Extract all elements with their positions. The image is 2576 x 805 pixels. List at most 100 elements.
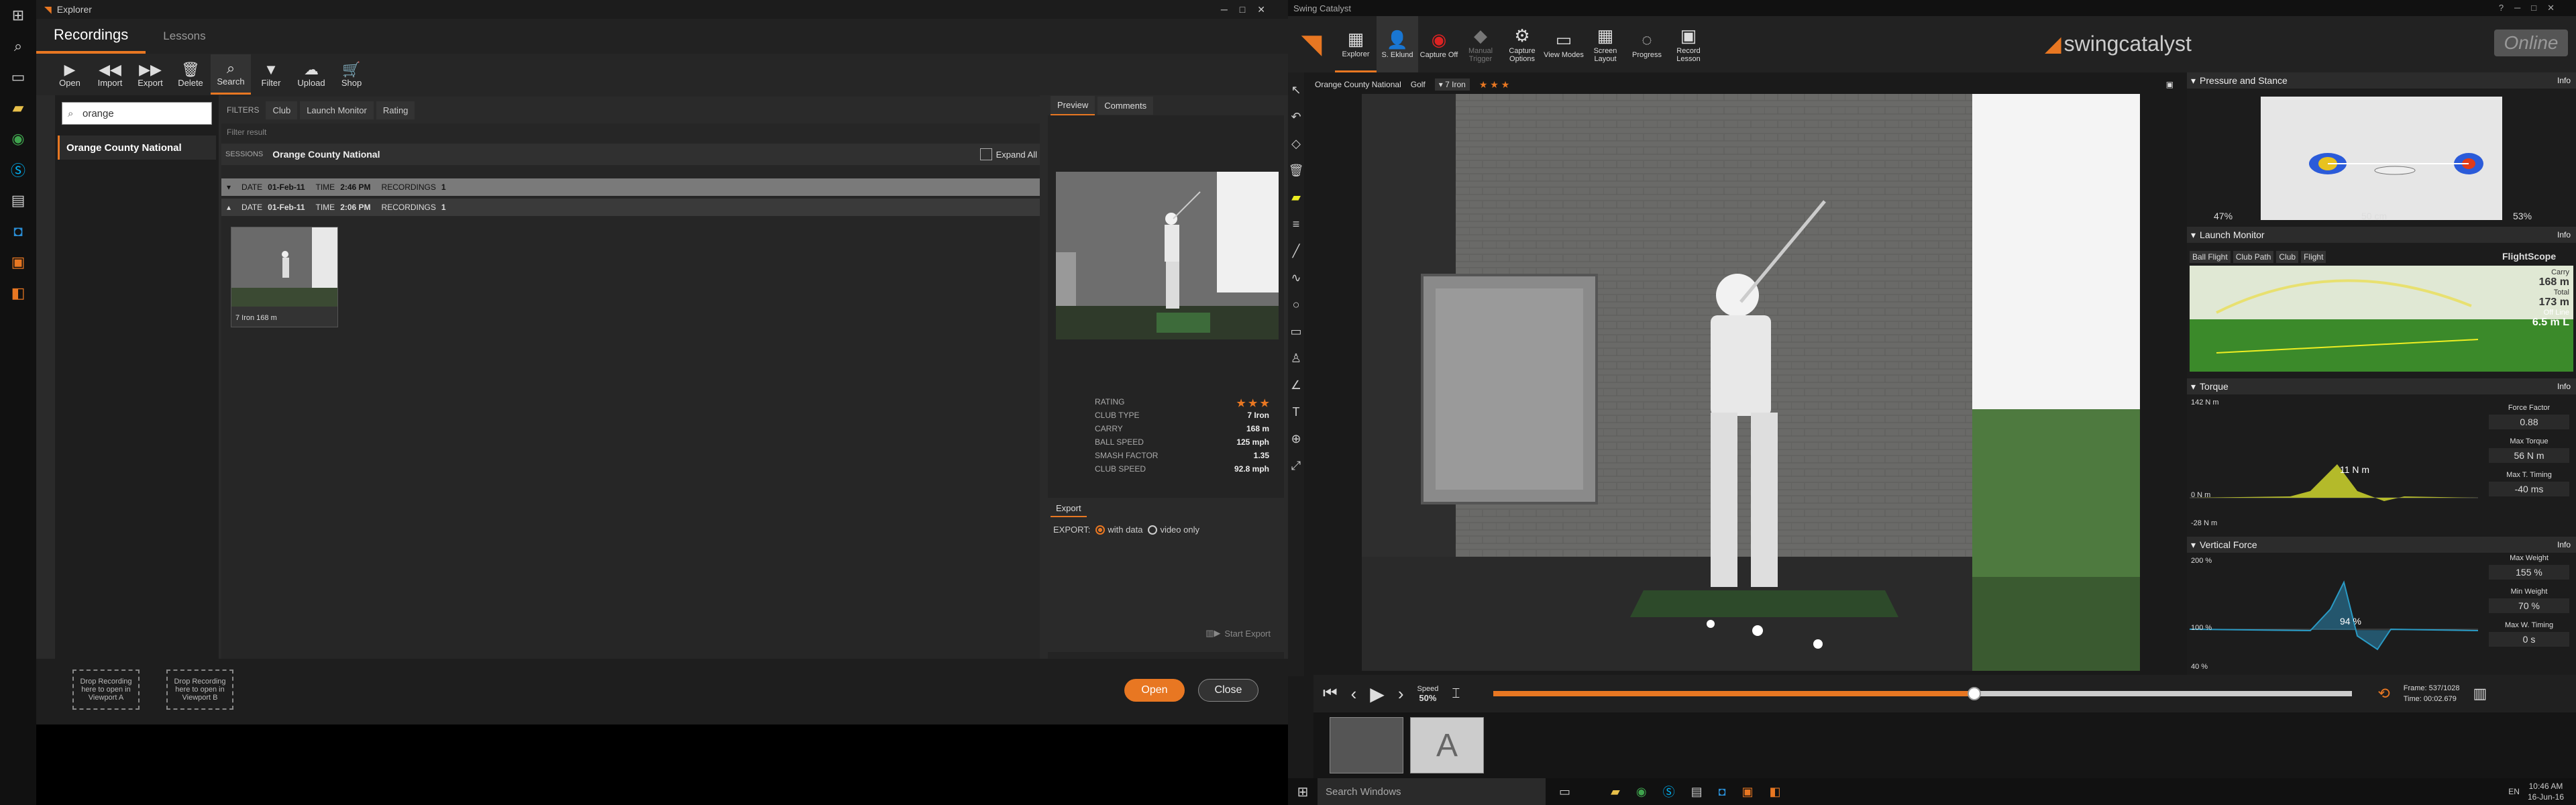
tab-preview[interactable]: Preview: [1051, 95, 1095, 115]
online-badge[interactable]: Online: [2494, 30, 2568, 56]
explorer-button[interactable]: ▦ Explorer: [1335, 16, 1377, 72]
window-controls[interactable]: ?─□✕: [2499, 3, 2565, 13]
tab-club[interactable]: Club: [2276, 251, 2299, 263]
record-lesson-button[interactable]: ▣ Record Lesson: [1668, 16, 1709, 72]
tab-recordings[interactable]: Recordings: [36, 19, 146, 54]
language-indicator[interactable]: EN: [2508, 787, 2520, 796]
eraser-icon[interactable]: ◇: [1288, 130, 1304, 157]
skype-icon[interactable]: Ⓢ: [0, 154, 36, 185]
filter-club-button[interactable]: Club: [266, 101, 298, 119]
info-button[interactable]: Info: [2557, 382, 2571, 391]
terminal-icon[interactable]: ▤: [1691, 785, 1703, 799]
info-button[interactable]: Info: [2557, 230, 2571, 239]
windows-icon[interactable]: ⊞: [0, 0, 36, 31]
start-export-button[interactable]: ▥▶ Start Export: [1205, 628, 1271, 639]
launch-panel-header[interactable]: ▾ Launch Monitor Info: [2187, 227, 2576, 243]
screen-layout-button[interactable]: ▦ Screen Layout: [1585, 16, 1626, 72]
video-viewport[interactable]: ›: [1362, 94, 2140, 671]
filter-rating-button[interactable]: Rating: [376, 101, 415, 119]
drop-viewport-b[interactable]: Drop Recording here to open in Viewport …: [166, 669, 233, 710]
terminal-icon[interactable]: ▤: [0, 185, 36, 216]
filter-button[interactable]: ▼ Filter: [251, 54, 291, 95]
user-button[interactable]: 👤 S. Eklund: [1377, 16, 1418, 72]
loop-icon[interactable]: ⟲: [2377, 685, 2390, 702]
trim-icon[interactable]: ⌶: [1452, 686, 1460, 702]
undo-icon[interactable]: ↶: [1288, 103, 1304, 130]
task-view-icon[interactable]: ▭: [1559, 785, 1570, 799]
close-button[interactable]: Close: [1198, 679, 1258, 702]
shop-button[interactable]: 🛒 Shop: [331, 54, 372, 95]
body-icon[interactable]: ♙: [1288, 345, 1304, 372]
windows-icon[interactable]: ⊞: [1288, 784, 1318, 800]
file-explorer-icon[interactable]: ▰: [0, 93, 36, 123]
import-button[interactable]: ◀◀ Import: [90, 54, 130, 95]
info-button[interactable]: Info: [2557, 76, 2571, 85]
outlook-icon[interactable]: ◘: [0, 216, 36, 247]
zoom-icon[interactable]: ⊕: [1288, 425, 1304, 452]
search-icon[interactable]: ⌕: [0, 31, 36, 62]
play-icon[interactable]: ▶: [1370, 683, 1385, 705]
clock[interactable]: 10:46 AM 16-Jun-16: [2528, 781, 2564, 802]
bookmark-icon[interactable]: ▥: [2473, 685, 2487, 702]
trash-icon[interactable]: 🗑: [1288, 157, 1304, 184]
line-width-icon[interactable]: ≡: [1288, 211, 1304, 237]
progress-button[interactable]: ◌ Progress: [1626, 16, 1668, 72]
step-forward-icon[interactable]: ›: [1398, 684, 1404, 704]
taskbar-search-input[interactable]: Search Windows: [1318, 778, 1546, 805]
session-list-item[interactable]: Orange County National: [58, 136, 216, 160]
export-button[interactable]: ▶▶ Export: [130, 54, 170, 95]
skype-icon[interactable]: Ⓢ: [1663, 783, 1675, 800]
timeline-handle[interactable]: [1968, 687, 1982, 700]
color-icon[interactable]: ▰: [1288, 184, 1304, 211]
tab-export[interactable]: Export: [1051, 500, 1087, 517]
window-controls[interactable]: ─□✕: [1221, 4, 1277, 15]
speed-control[interactable]: Speed 50%: [1417, 684, 1439, 704]
viewport-thumbnail[interactable]: [1330, 717, 1403, 773]
skip-start-icon[interactable]: ⏮: [1323, 684, 1338, 703]
curve-icon[interactable]: ∿: [1288, 264, 1304, 291]
angle-icon[interactable]: ∠: [1288, 372, 1304, 398]
recording-thumbnail[interactable]: 7 Iron 168 m: [231, 227, 338, 327]
fit-icon[interactable]: ⤢: [1288, 452, 1304, 479]
file-explorer-icon[interactable]: ▰: [1611, 785, 1620, 799]
circle-icon[interactable]: ○: [1288, 291, 1304, 318]
step-back-icon[interactable]: ‹: [1351, 684, 1357, 704]
pressure-panel-header[interactable]: ▾ Pressure and Stance Info: [2187, 72, 2576, 89]
radio-video-only[interactable]: video only: [1148, 525, 1199, 535]
delete-button[interactable]: 🗑 Delete: [170, 54, 211, 95]
viewport-a-thumbnail[interactable]: A: [1410, 717, 1484, 773]
outlook-icon[interactable]: ◘: [1719, 785, 1726, 799]
info-button[interactable]: Info: [2557, 540, 2571, 549]
swingcatalyst-icon[interactable]: ▣: [0, 247, 36, 278]
vertical-force-panel-header[interactable]: ▾ Vertical Force Info: [2187, 537, 2576, 553]
viewport-rating[interactable]: ★ ★ ★: [1479, 79, 1509, 91]
tab-comments[interactable]: Comments: [1097, 96, 1154, 115]
tab-flight[interactable]: Flight: [2301, 251, 2326, 263]
pointer-icon[interactable]: ↖: [1288, 76, 1304, 103]
sc-logo-icon[interactable]: ◥: [1288, 16, 1335, 72]
manual-trigger-button[interactable]: ◆ Manual Trigger: [1460, 16, 1501, 72]
tab-club-path[interactable]: Club Path: [2233, 251, 2274, 263]
open-button[interactable]: ▶ Open: [50, 54, 90, 95]
radio-with-data[interactable]: with data: [1095, 525, 1142, 535]
explorer-app-icon[interactable]: ◧: [0, 278, 36, 309]
text-icon[interactable]: T: [1288, 398, 1304, 425]
task-view-icon[interactable]: ▭: [0, 62, 36, 93]
rectangle-icon[interactable]: ▭: [1288, 318, 1304, 345]
search-input[interactable]: ⌕ orange: [62, 102, 212, 125]
line-icon[interactable]: ╱: [1288, 237, 1304, 264]
tab-lessons[interactable]: Lessons: [146, 19, 223, 54]
open-button[interactable]: Open: [1124, 679, 1185, 702]
capture-options-button[interactable]: ⚙ Capture Options: [1501, 16, 1543, 72]
chrome-icon[interactable]: ◉: [0, 123, 36, 154]
capture-off-button[interactable]: ◉ Capture Off: [1418, 16, 1460, 72]
recording-group[interactable]: ▾ DATE 01-Feb-11 TIME 2:46 PM RECORDINGS 1: [221, 178, 1040, 196]
swingcatalyst-icon[interactable]: ▣: [1741, 785, 1753, 799]
recording-group[interactable]: ▴ DATE 01-Feb-11 TIME 2:06 PM RECORDINGS 1: [221, 199, 1040, 216]
chrome-icon[interactable]: ◉: [1636, 785, 1647, 799]
drop-viewport-a[interactable]: Drop Recording here to open in Viewport …: [72, 669, 140, 710]
filter-launch-monitor-button[interactable]: Launch Monitor: [300, 101, 374, 119]
tab-ball-flight[interactable]: Ball Flight: [2190, 251, 2231, 263]
explorer-app-icon[interactable]: ◧: [1769, 785, 1780, 799]
view-modes-button[interactable]: ▭ View Modes: [1543, 16, 1585, 72]
